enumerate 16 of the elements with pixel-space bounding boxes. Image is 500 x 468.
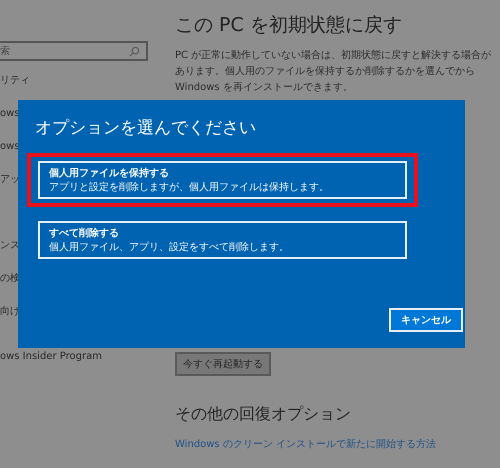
sidebar-item[interactable]: ows Insider Program <box>0 351 102 384</box>
option-button[interactable]: すべて削除する 個人用ファイル、アプリ、設定をすべて削除します。 <box>38 221 407 259</box>
search-field[interactable]: 索 <box>0 41 148 61</box>
sidebar-item[interactable]: 向け <box>0 306 20 339</box>
description-text: PC が正常に動作していない場合は、初期状態に戻すと解決する場合があります。個人用のファイルを保持するか削除するかを選んでから Windows を再インストールできます。 <box>175 48 492 95</box>
cancel-button[interactable]: キャンセル <box>389 308 463 332</box>
sidebar-item[interactable]: アッ <box>0 174 20 207</box>
dialog-title: オプションを選んでください <box>35 117 257 139</box>
sidebar-item[interactable]: リティ <box>0 75 30 108</box>
page-title: この PC を初期状態に戻す <box>175 13 402 38</box>
restart-button[interactable]: 今すぐ再起動する <box>175 352 271 376</box>
clean-install-link[interactable]: Windows のクリーン インストールで新たに開始する方法 <box>175 437 436 451</box>
search-icon <box>129 46 140 56</box>
section-title: その他の回復オプション <box>175 404 351 425</box>
sidebar-item[interactable]: ンス <box>0 240 20 273</box>
option-button[interactable]: 個人用ファイルを保持する アプリと設定を削除しますが、個人用ファイルは保持します。 <box>38 161 407 199</box>
